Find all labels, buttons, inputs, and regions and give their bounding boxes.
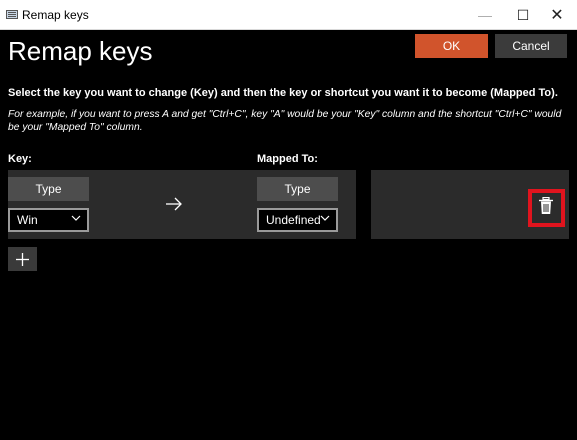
mapped-to-select-value: Undefined xyxy=(266,213,321,227)
key-type-button[interactable]: Type xyxy=(8,177,89,201)
key-select[interactable]: Win xyxy=(8,208,89,232)
trash-icon[interactable] xyxy=(538,197,554,215)
mapped-to-select[interactable]: Undefined xyxy=(257,208,338,232)
close-button[interactable]: ✕ xyxy=(539,0,575,30)
window-title: Remap keys xyxy=(22,8,89,22)
cancel-button[interactable]: Cancel xyxy=(495,34,567,58)
mapped-type-button[interactable]: Type xyxy=(257,177,338,201)
key-select-value: Win xyxy=(17,213,38,227)
ok-button[interactable]: OK xyxy=(415,34,488,58)
page-title: Remap keys xyxy=(8,36,153,66)
plus-icon xyxy=(16,253,29,266)
key-column-label: Key: xyxy=(8,153,32,165)
mapped-to-column-label: Mapped To: xyxy=(257,153,318,165)
instruction-text: Select the key you want to change (Key) … xyxy=(8,87,558,99)
title-bar: Remap keys — ☐ ✕ xyxy=(0,0,577,30)
app-window-icon xyxy=(6,10,18,19)
arrow-right-icon xyxy=(166,197,182,211)
chevron-down-icon xyxy=(71,215,81,221)
maximize-button[interactable]: ☐ xyxy=(505,0,541,30)
minimize-button[interactable]: — xyxy=(467,0,503,30)
example-text: For example, if you want to press A and … xyxy=(8,109,562,133)
add-remap-button[interactable] xyxy=(8,247,37,271)
chevron-down-icon xyxy=(320,215,330,221)
